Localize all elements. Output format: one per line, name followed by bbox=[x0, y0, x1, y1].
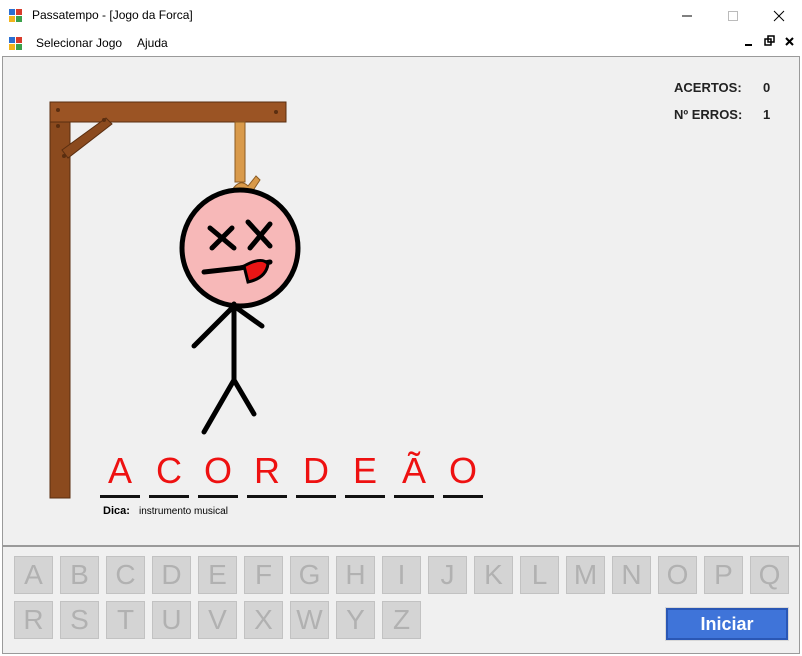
letter-key-s[interactable]: S bbox=[60, 601, 99, 639]
letter-key-b[interactable]: B bbox=[60, 556, 99, 594]
letter-underline bbox=[345, 495, 385, 498]
letter-underline bbox=[100, 495, 140, 498]
errors-value: 1 bbox=[763, 107, 771, 122]
letter-key-p[interactable]: P bbox=[704, 556, 743, 594]
word-letter: O bbox=[448, 450, 477, 491]
letter-key-r[interactable]: R bbox=[14, 601, 53, 639]
letter-key-c[interactable]: C bbox=[106, 556, 145, 594]
letter-key-j[interactable]: J bbox=[428, 556, 467, 594]
word-letter: E bbox=[352, 450, 377, 491]
hint-text: instrumento musical bbox=[139, 506, 228, 517]
word-letter: R bbox=[254, 450, 280, 491]
letter-key-v[interactable]: V bbox=[198, 601, 237, 639]
word-letter: Ã bbox=[401, 450, 426, 491]
letter-key-o[interactable]: O bbox=[658, 556, 697, 594]
letter-key-x[interactable]: X bbox=[244, 601, 283, 639]
word-letter: O bbox=[203, 450, 232, 491]
errors-label: Nº ERROS: bbox=[674, 107, 743, 122]
letter-key-l[interactable]: L bbox=[520, 556, 559, 594]
letter-key-g[interactable]: G bbox=[290, 556, 329, 594]
letter-key-m[interactable]: M bbox=[566, 556, 605, 594]
letter-underline bbox=[296, 495, 336, 498]
letter-key-n[interactable]: N bbox=[612, 556, 651, 594]
letter-key-z[interactable]: Z bbox=[382, 601, 421, 639]
letter-underline bbox=[443, 495, 483, 498]
hint-label: Dica: bbox=[103, 505, 130, 517]
hits-label: ACERTOS: bbox=[674, 80, 742, 95]
hits-value: 0 bbox=[763, 80, 771, 95]
letter-key-w[interactable]: W bbox=[290, 601, 329, 639]
hangman-head bbox=[179, 187, 301, 309]
word-letter: A bbox=[107, 450, 132, 491]
letter-key-q[interactable]: Q bbox=[750, 556, 789, 594]
hangman-body bbox=[191, 301, 265, 435]
letter-key-k[interactable]: K bbox=[474, 556, 513, 594]
letter-underline bbox=[394, 495, 434, 498]
letter-key-h[interactable]: H bbox=[336, 556, 375, 594]
letter-key-a[interactable]: A bbox=[14, 556, 53, 594]
letter-underline bbox=[149, 495, 189, 498]
letter-key-i[interactable]: I bbox=[382, 556, 421, 594]
letter-key-u[interactable]: U bbox=[152, 601, 191, 639]
letter-key-y[interactable]: Y bbox=[336, 601, 375, 639]
letter-underline bbox=[198, 495, 238, 498]
rope bbox=[231, 121, 261, 197]
word-letter: D bbox=[303, 450, 329, 491]
letter-key-d[interactable]: D bbox=[152, 556, 191, 594]
letter-key-f[interactable]: F bbox=[244, 556, 283, 594]
letter-key-t[interactable]: T bbox=[106, 601, 145, 639]
letter-underline bbox=[247, 495, 287, 498]
word-letter: C bbox=[156, 450, 182, 491]
letter-key-e[interactable]: E bbox=[198, 556, 237, 594]
start-button[interactable]: Iniciar bbox=[665, 607, 789, 641]
